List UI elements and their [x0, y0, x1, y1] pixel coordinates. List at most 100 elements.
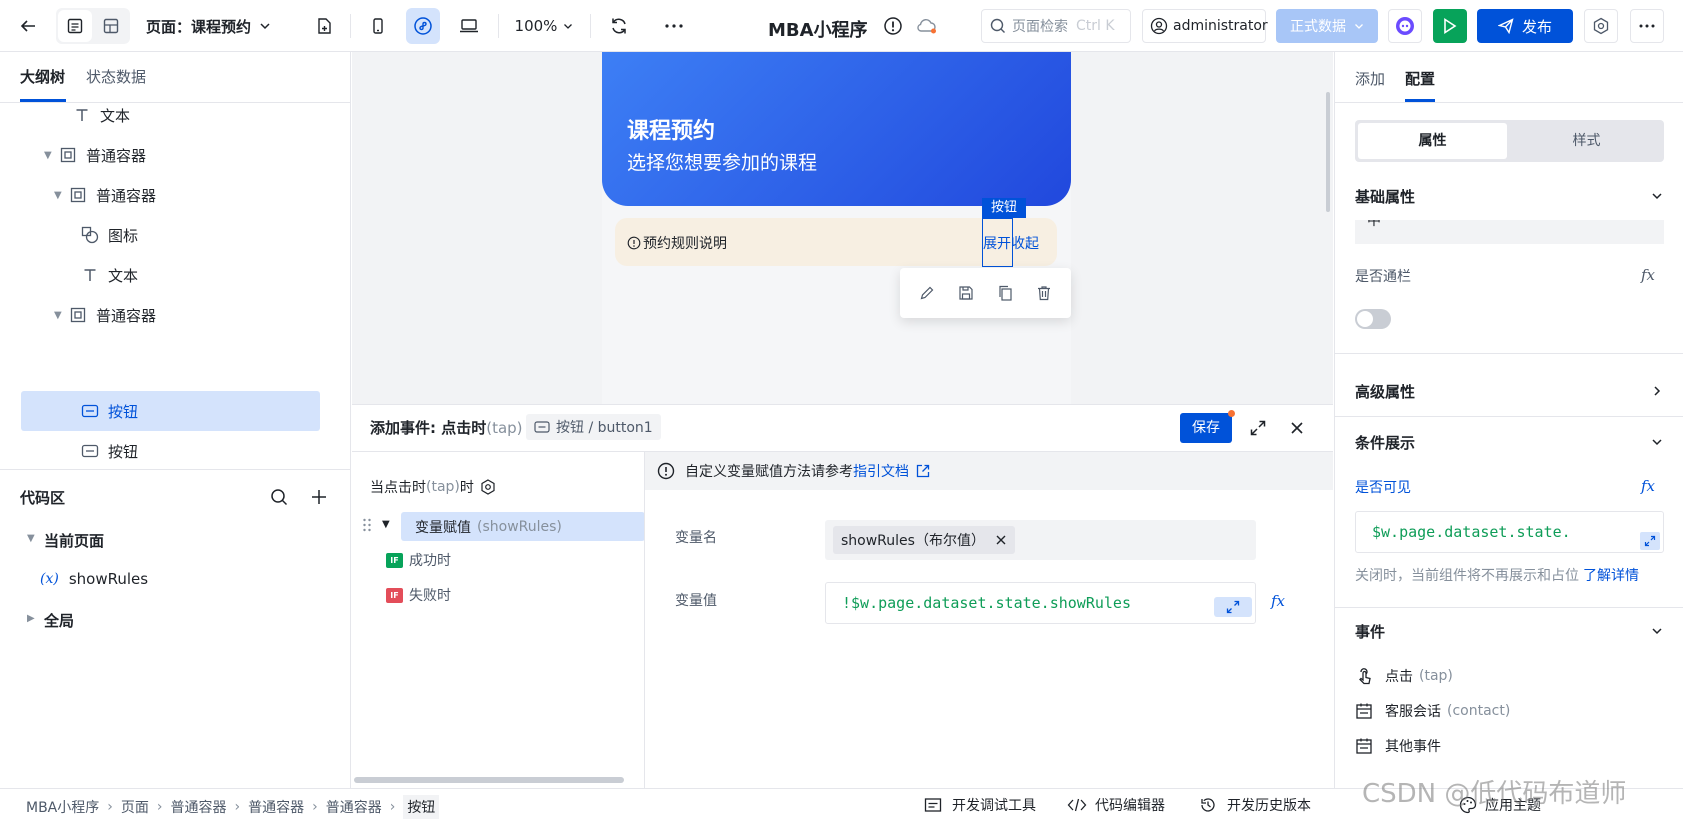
- history-button[interactable]: 开发历史版本: [1199, 795, 1311, 815]
- save-icon[interactable]: [958, 285, 974, 301]
- more-menu-icon[interactable]: [1630, 9, 1664, 43]
- section-advanced[interactable]: 高级属性: [1355, 381, 1415, 402]
- fx-icon[interactable]: fx: [1271, 592, 1285, 610]
- tab-outline[interactable]: 大纲树: [20, 52, 65, 102]
- preview-play-icon[interactable]: [1433, 9, 1467, 43]
- code-current-page[interactable]: 当前页面: [44, 530, 104, 551]
- chevron-down-icon: [563, 21, 573, 31]
- code-global[interactable]: 全局: [44, 610, 74, 631]
- fx-icon[interactable]: fx: [1641, 266, 1655, 284]
- visible-expression-input[interactable]: $w.page.dataset.state.: [1355, 511, 1664, 553]
- dev-tools-button[interactable]: 开发调试工具: [924, 795, 1036, 815]
- chevron-down-icon[interactable]: [1651, 436, 1663, 448]
- left-panel: 大纲树 状态数据 文本 ▼ 普通容器 ▼ 普通容器 图标 文本 ▼ 普通容器 按…: [0, 52, 351, 788]
- zoom-select[interactable]: 100%: [508, 8, 580, 44]
- drag-handle-icon[interactable]: [362, 517, 372, 533]
- mobile-device-icon[interactable]: [362, 8, 394, 44]
- event-item-contact[interactable]: 客服会话 (contact): [1355, 701, 1510, 721]
- miniprogram-device-icon[interactable]: [406, 8, 440, 44]
- tree-item-button[interactable]: 按钮: [0, 431, 351, 469]
- tab-state-data[interactable]: 状态数据: [86, 52, 146, 102]
- breadcrumb-item[interactable]: 页面: [121, 797, 149, 817]
- refresh-icon[interactable]: [603, 8, 635, 44]
- desktop-device-icon[interactable]: [452, 8, 486, 44]
- partial-select[interactable]: 中: [1355, 220, 1664, 244]
- var-name-value: showRules（布尔值）: [841, 533, 985, 549]
- section-events[interactable]: 事件: [1355, 621, 1385, 642]
- breadcrumb-item[interactable]: MBA小程序: [26, 797, 99, 817]
- save-button[interactable]: 保存: [1180, 413, 1232, 443]
- page-list-icon[interactable]: [58, 10, 92, 42]
- delete-icon[interactable]: [1036, 285, 1052, 301]
- visible-expression: $w.page.dataset.state.: [1372, 523, 1571, 541]
- add-page-icon[interactable]: [308, 8, 340, 44]
- section-basic[interactable]: 基础属性: [1355, 186, 1415, 207]
- settings-icon[interactable]: [1584, 9, 1618, 43]
- add-icon[interactable]: [310, 488, 328, 506]
- section-conditional[interactable]: 条件展示: [1355, 432, 1415, 453]
- action-item-assign[interactable]: 变量赋值 (showRules): [401, 512, 645, 541]
- branch-fail[interactable]: IF 失败时: [386, 585, 451, 605]
- notice-link[interactable]: 指引文档: [853, 461, 909, 481]
- hint-link[interactable]: 了解详情: [1583, 568, 1639, 584]
- chevron-right-icon: ›: [107, 799, 113, 815]
- horizontal-scrollbar[interactable]: [354, 777, 624, 783]
- page-search-input[interactable]: 页面检索 Ctrl K: [981, 9, 1131, 43]
- breadcrumb-current[interactable]: 按钮: [403, 795, 440, 819]
- chevron-down-icon[interactable]: [1651, 625, 1663, 637]
- expand-editor-icon[interactable]: [1640, 532, 1660, 550]
- breadcrumb-item[interactable]: 普通容器: [248, 797, 304, 817]
- search-icon: [990, 18, 1006, 34]
- tab-add[interactable]: 添加: [1355, 68, 1385, 89]
- var-value-input[interactable]: !$w.page.dataset.state.showRules: [825, 582, 1256, 624]
- tree-item-text[interactable]: 文本: [0, 255, 351, 295]
- external-link-icon[interactable]: [915, 463, 931, 479]
- expand-editor-icon[interactable]: [1214, 597, 1252, 617]
- full-width-toggle[interactable]: [1355, 309, 1391, 329]
- event-item-tap[interactable]: 点击 (tap): [1355, 666, 1453, 686]
- caret-down-icon[interactable]: ▼: [27, 533, 35, 544]
- tab-config[interactable]: 配置: [1405, 68, 1435, 89]
- selection-outline[interactable]: [982, 218, 1013, 267]
- breadcrumb-item[interactable]: 普通容器: [170, 797, 226, 817]
- layout-icon[interactable]: [94, 10, 128, 42]
- fx-icon[interactable]: fx: [1641, 477, 1655, 495]
- tree-item-button-selected[interactable]: 按钮: [0, 391, 351, 431]
- search-icon[interactable]: [270, 488, 288, 506]
- user-menu[interactable]: administrator: [1142, 9, 1268, 43]
- tree-item-text[interactable]: 文本: [0, 103, 351, 135]
- code-variable-item[interactable]: (x) showRules: [40, 570, 148, 588]
- tree-item-icon[interactable]: 图标: [0, 215, 351, 255]
- more-icon[interactable]: [658, 8, 690, 44]
- seg-properties[interactable]: 属性: [1358, 123, 1507, 159]
- canvas-scrollbar[interactable]: [1326, 92, 1330, 212]
- chevron-down-icon: [259, 20, 271, 32]
- edit-icon[interactable]: [919, 285, 935, 301]
- page-selector[interactable]: 页面： 课程预约: [146, 8, 284, 44]
- code-editor-button[interactable]: 代码编辑器: [1067, 795, 1165, 815]
- chevron-down-icon[interactable]: [1651, 190, 1663, 202]
- copy-icon[interactable]: [997, 285, 1013, 301]
- tree-item-container[interactable]: ▼ 普通容器: [0, 175, 351, 215]
- cloud-sync-icon[interactable]: [912, 8, 942, 44]
- tree-item-container[interactable]: ▼ 普通容器: [0, 135, 351, 175]
- breadcrumb-item[interactable]: 普通容器: [326, 797, 382, 817]
- publish-button[interactable]: 发布: [1477, 9, 1573, 43]
- event-item-other[interactable]: 其他事件: [1355, 736, 1441, 756]
- container-icon: [68, 305, 88, 325]
- chevron-right-icon[interactable]: [1651, 385, 1663, 397]
- close-icon[interactable]: [995, 534, 1007, 546]
- caret-right-icon[interactable]: ▶: [27, 613, 35, 624]
- back-arrow-icon[interactable]: [12, 8, 44, 44]
- close-icon[interactable]: [1289, 420, 1305, 436]
- gear-icon[interactable]: [480, 479, 496, 495]
- var-name-select[interactable]: showRules（布尔值）: [825, 520, 1256, 560]
- env-select[interactable]: 正式数据: [1276, 9, 1378, 43]
- caret-down-icon[interactable]: ▼: [382, 519, 390, 530]
- tree-item-container[interactable]: ▼ 普通容器: [0, 295, 351, 335]
- info-icon[interactable]: [880, 8, 906, 44]
- ai-assistant-icon[interactable]: [1388, 9, 1422, 43]
- branch-success[interactable]: IF 成功时: [386, 550, 451, 570]
- seg-styles[interactable]: 样式: [1512, 123, 1661, 159]
- expand-icon[interactable]: [1249, 419, 1267, 437]
